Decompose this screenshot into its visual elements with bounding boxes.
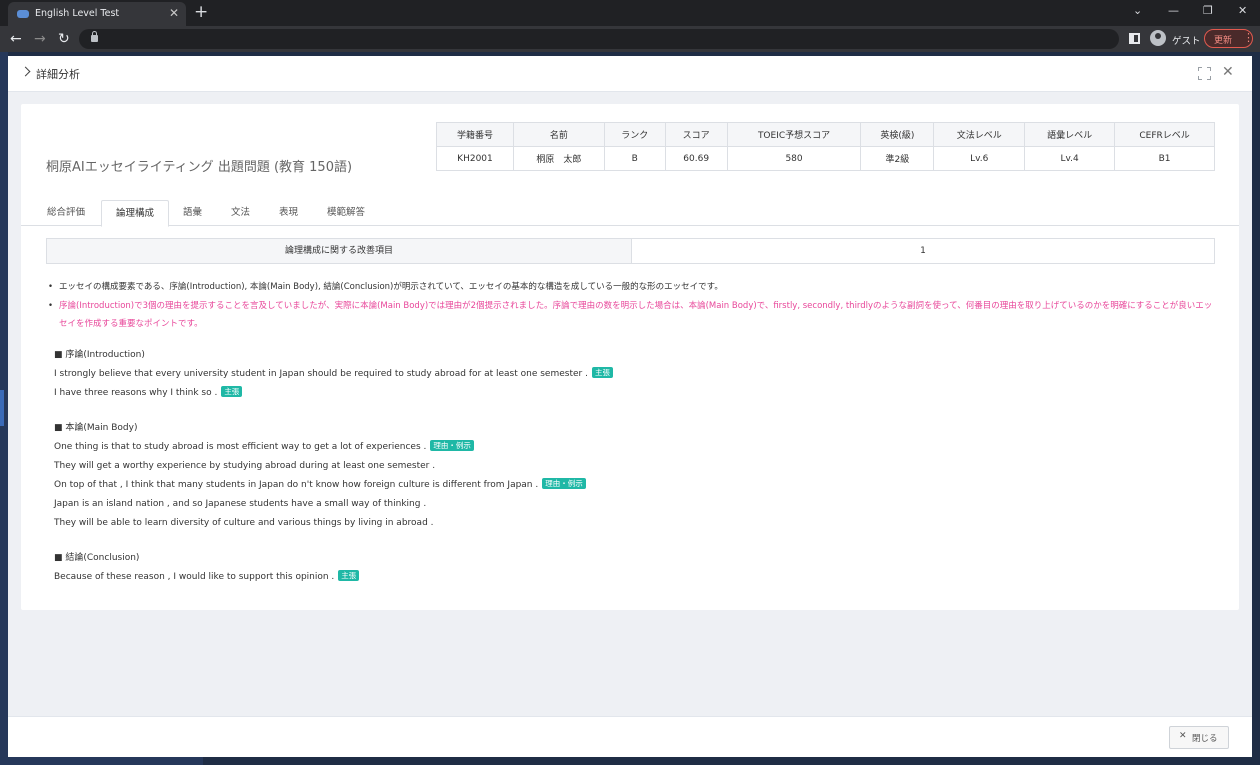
tab-title: English Level Test bbox=[35, 8, 120, 19]
lock-icon[interactable] bbox=[91, 31, 98, 42]
chevron-right-icon bbox=[20, 66, 31, 77]
sentence-text: Japan is an island nation , and so Japan… bbox=[54, 499, 427, 509]
reason-tag: 理由・例示 bbox=[430, 440, 474, 451]
modal-close-icon[interactable]: ✕ bbox=[1222, 64, 1234, 80]
essay-sentence: I strongly believe that every university… bbox=[54, 365, 613, 384]
address-bar[interactable] bbox=[79, 29, 1119, 49]
feedback-list: エッセイの構成要素である、序論(Introduction), 本論(Main B… bbox=[48, 278, 1218, 334]
sentence-text: They will be able to learn diversity of … bbox=[54, 518, 434, 528]
summary-header-row: 学籍番号 名前 ランク スコア TOEIC予想スコア 英検(級) 文法レベル 語… bbox=[436, 122, 1215, 147]
header-eiken: 英検(級) bbox=[860, 122, 935, 147]
analysis-tabs: 総合評価 論理構成 語彙 文法 表現 模範解答 bbox=[21, 200, 1239, 227]
sentence-text: They will get a worthy experience by stu… bbox=[54, 461, 436, 471]
tab-grammar[interactable]: 文法 bbox=[231, 200, 250, 226]
modal-title: 詳細分析 bbox=[36, 68, 80, 81]
toeic-value: 580 bbox=[726, 146, 862, 171]
avatar-icon bbox=[1150, 30, 1166, 46]
sentence-text: On top of that , I think that many stude… bbox=[54, 480, 539, 490]
close-button[interactable]: ✕ 閉じる bbox=[1169, 726, 1229, 749]
tab-search-icon[interactable]: ⌄ bbox=[1133, 4, 1142, 18]
essay-sentence: They will get a worthy experience by stu… bbox=[54, 457, 586, 476]
feedback-item-warning: 序論(Introduction)で3個の理由を提示することを言及していましたが、… bbox=[48, 297, 1218, 334]
header-grammar-level: 文法レベル bbox=[933, 122, 1026, 147]
profile-label: ゲスト bbox=[1172, 36, 1201, 47]
student-name: 桐原 太郎 bbox=[512, 146, 605, 171]
back-button[interactable]: ← bbox=[10, 30, 22, 48]
header-score: スコア bbox=[664, 122, 728, 147]
student-summary-table: 学籍番号 名前 ランク スコア TOEIC予想スコア 英検(級) 文法レベル 語… bbox=[436, 122, 1215, 171]
fullscreen-icon[interactable] bbox=[1198, 67, 1211, 80]
vocab-level-value: Lv.4 bbox=[1024, 146, 1116, 171]
claim-tag: 主張 bbox=[221, 386, 243, 397]
sentence-text: I have three reasons why I think so . bbox=[54, 388, 218, 398]
window-close-button[interactable]: ✕ bbox=[1238, 4, 1247, 18]
section-conclusion: ■ 結論(Conclusion) Because of these reason… bbox=[54, 549, 360, 587]
modal-body: 桐原AIエッセイライティング 出題問題 (教育 150語) 学籍番号 名前 ラン… bbox=[8, 92, 1252, 716]
tab-logic-structure[interactable]: 論理構成 bbox=[101, 200, 169, 227]
update-button[interactable]: 更新 ⋮ bbox=[1204, 29, 1254, 48]
reload-button[interactable]: ↻ bbox=[58, 30, 70, 48]
sentence-text: One thing is that to study abroad is mos… bbox=[54, 442, 427, 452]
grammar-level-value: Lv.6 bbox=[933, 146, 1026, 171]
header-vocab-level: 語彙レベル bbox=[1024, 122, 1116, 147]
section-main-body: ■ 本論(Main Body) One thing is that to stu… bbox=[54, 419, 586, 533]
more-menu-icon[interactable]: ⋮ bbox=[1243, 31, 1254, 45]
cefr-value: B1 bbox=[1114, 146, 1215, 171]
detail-analysis-modal: 詳細分析 ✕ 桐原AIエッセイライティング 出題問題 (教育 150語) 学籍番… bbox=[8, 56, 1252, 757]
header-cefr: CEFRレベル bbox=[1114, 122, 1215, 147]
student-id: KH2001 bbox=[436, 146, 514, 171]
header-name: 名前 bbox=[512, 122, 605, 147]
tab-expression[interactable]: 表現 bbox=[279, 200, 298, 226]
restore-button[interactable]: ❐ bbox=[1203, 4, 1213, 18]
reason-tag: 理由・例示 bbox=[542, 478, 586, 489]
close-button-label: 閉じる bbox=[1192, 734, 1218, 744]
analysis-card: 桐原AIエッセイライティング 出題問題 (教育 150語) 学籍番号 名前 ラン… bbox=[21, 104, 1239, 610]
improvement-label: 論理構成に関する改善項目 bbox=[47, 239, 632, 263]
browser-toolbar: ← → ↻ ゲスト 更新 ⋮ bbox=[0, 26, 1260, 52]
background-sidebar bbox=[0, 52, 8, 765]
minimize-button[interactable]: — bbox=[1168, 4, 1179, 18]
browser-tab-strip: English Level Test ✕ + ⌄ — ❐ ✕ bbox=[0, 0, 1260, 26]
update-label: 更新 bbox=[1214, 36, 1233, 46]
background-page bbox=[8, 757, 203, 765]
essay-sentence: I have three reasons why I think so . 主張 bbox=[54, 384, 613, 403]
tab-model-answer[interactable]: 模範解答 bbox=[327, 200, 365, 226]
tab-overall[interactable]: 総合評価 bbox=[47, 200, 85, 226]
sentence-text: I strongly believe that every university… bbox=[54, 369, 588, 379]
tab-close-icon[interactable]: ✕ bbox=[169, 6, 179, 20]
site-favicon-icon bbox=[17, 10, 29, 18]
section-introduction: ■ 序論(Introduction) I strongly believe th… bbox=[54, 346, 613, 403]
eiken-value: 準2級 bbox=[860, 146, 935, 171]
essay-sentence: Japan is an island nation , and so Japan… bbox=[54, 495, 586, 514]
section-heading: ■ 序論(Introduction) bbox=[54, 350, 145, 360]
header-toeic: TOEIC予想スコア bbox=[726, 122, 862, 147]
header-student-id: 学籍番号 bbox=[436, 122, 514, 147]
section-heading: ■ 結論(Conclusion) bbox=[54, 553, 140, 563]
side-panel-icon[interactable] bbox=[1129, 33, 1140, 44]
modal-footer: ✕ 閉じる bbox=[8, 716, 1252, 757]
improvement-count: 1 bbox=[920, 246, 926, 256]
essay-sentence: One thing is that to study abroad is mos… bbox=[54, 438, 586, 457]
improvement-summary: 論理構成に関する改善項目 1 bbox=[46, 238, 1215, 264]
rank-value: B bbox=[603, 146, 666, 171]
section-heading: ■ 本論(Main Body) bbox=[54, 423, 138, 433]
test-title: 桐原AIエッセイライティング 出題問題 (教育 150語) bbox=[46, 160, 353, 175]
browser-tab[interactable]: English Level Test ✕ bbox=[8, 2, 186, 26]
summary-value-row: KH2001 桐原 太郎 B 60.69 580 準2級 Lv.6 Lv.4 B… bbox=[436, 146, 1215, 171]
essay-sentence: They will be able to learn diversity of … bbox=[54, 514, 586, 533]
score-value: 60.69 bbox=[664, 146, 728, 171]
forward-button[interactable]: → bbox=[34, 30, 46, 48]
header-rank: ランク bbox=[603, 122, 666, 147]
close-icon: ✕ bbox=[1179, 731, 1187, 741]
modal-header: 詳細分析 ✕ bbox=[8, 56, 1252, 92]
feedback-item: エッセイの構成要素である、序論(Introduction), 本論(Main B… bbox=[48, 278, 1218, 297]
claim-tag: 主張 bbox=[591, 367, 613, 378]
essay-sentence: Because of these reason , I would like t… bbox=[54, 568, 360, 587]
claim-tag: 主張 bbox=[338, 570, 360, 581]
sentence-text: Because of these reason , I would like t… bbox=[54, 572, 335, 582]
new-tab-button[interactable]: + bbox=[194, 2, 208, 22]
tab-vocabulary[interactable]: 語彙 bbox=[183, 200, 202, 226]
essay-sentence: On top of that , I think that many stude… bbox=[54, 476, 586, 495]
